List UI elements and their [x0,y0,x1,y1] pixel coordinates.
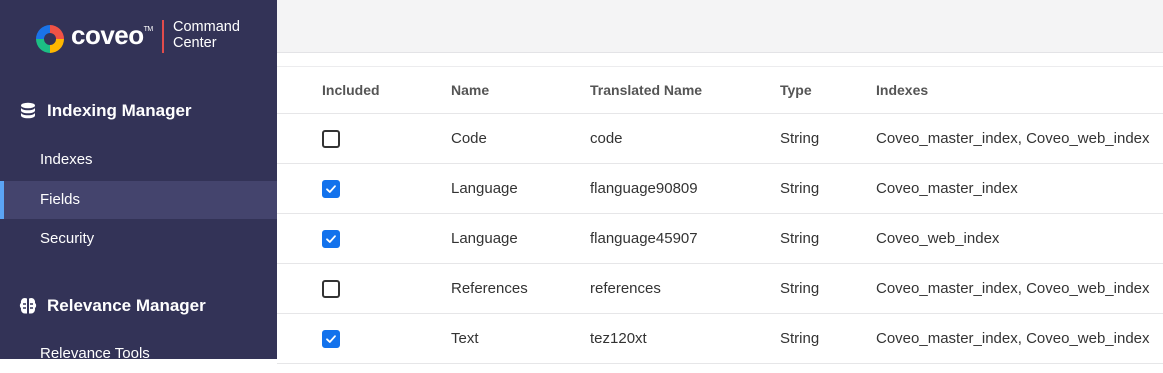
table-row[interactable]: Text tez120xt String Coveo_master_index, Co… [277,314,1163,364]
field-name: Text [451,330,479,347]
field-indexes: Coveo_master_index, Coveo_web_index [876,330,1150,347]
table-row[interactable]: Code code String Coveo_master_index, Coveo_… [277,114,1163,164]
checkmark-icon [326,184,336,193]
checkmark-icon [326,334,336,343]
brand-tm: TM [143,26,154,33]
col-header-included[interactable]: Included [322,67,380,113]
field-indexes: Coveo_web_index [876,230,1000,247]
included-cell [322,114,340,163]
field-type: String [780,230,820,247]
fields-table: Included Name Translated Name Type Index… [277,67,1163,364]
field-name: Language [451,180,518,197]
included-checkbox[interactable] [322,179,340,198]
checkmark-icon [326,234,336,243]
translated-name: code [590,130,623,147]
sidebar-item-fields[interactable]: Fields [0,181,277,219]
field-indexes: Coveo_master_index, Coveo_web_index [876,280,1150,297]
translated-name: references [590,280,661,297]
translated-name: flanguage45907 [590,230,698,247]
section-relevance-manager: Relevance Manager [18,294,206,318]
field-name: References [451,280,528,297]
translated-name: tez120xt [590,330,647,347]
brand-wordmark: coveoTM [71,20,153,51]
field-type: String [780,130,820,147]
included-checkbox[interactable] [322,229,340,248]
included-checkbox[interactable] [322,279,340,298]
brand-word: coveo [71,20,144,50]
col-header-indexes[interactable]: Indexes [876,67,928,113]
field-indexes: Coveo_master_index [876,180,1018,197]
brain-icon [19,298,37,314]
sidebar: coveoTM Command Center Indexing Manager … [0,0,277,362]
coveo-logo-icon [36,25,64,53]
brand-divider [162,20,164,53]
included-checkbox[interactable] [322,129,340,148]
section-title: Indexing Manager [47,101,192,120]
brand-header[interactable]: coveoTM Command Center [0,0,277,76]
table-row[interactable]: Language flanguage45907 String Coveo_web_in… [277,214,1163,264]
col-header-translated-name[interactable]: Translated Name [590,67,702,113]
included-cell [322,164,340,213]
col-header-type[interactable]: Type [780,67,812,113]
brand-subtitle: Command Center [173,19,240,51]
sidebar-item-indexes[interactable]: Indexes [0,141,277,179]
field-type: String [780,280,820,297]
field-name: Code [451,130,487,147]
included-cell [322,314,340,363]
col-header-name[interactable]: Name [451,67,489,113]
brand-subtitle-line1: Command [173,19,240,35]
database-icon [21,102,35,119]
sidebar-item-security[interactable]: Security [0,220,277,258]
field-type: String [780,330,820,347]
table-row[interactable]: References references String Coveo_master_i… [277,264,1163,314]
included-cell [322,214,340,263]
field-name: Language [451,230,518,247]
field-indexes: Coveo_master_index, Coveo_web_index [876,130,1150,147]
sidebar-item-relevance-tools[interactable]: Relevance Tools [0,335,277,373]
translated-name: flanguage90809 [590,180,698,197]
section-indexing-manager: Indexing Manager [18,99,192,123]
included-checkbox[interactable] [322,329,340,348]
table-row[interactable]: Language flanguage90809 String Coveo_master… [277,164,1163,214]
included-cell [322,264,340,313]
field-type: String [780,180,820,197]
table-header-row: Included Name Translated Name Type Index… [277,67,1163,114]
brand-subtitle-line2: Center [173,35,217,51]
section-title: Relevance Manager [47,296,206,315]
top-bar [277,0,1163,53]
toolbar-strip [277,53,1163,67]
